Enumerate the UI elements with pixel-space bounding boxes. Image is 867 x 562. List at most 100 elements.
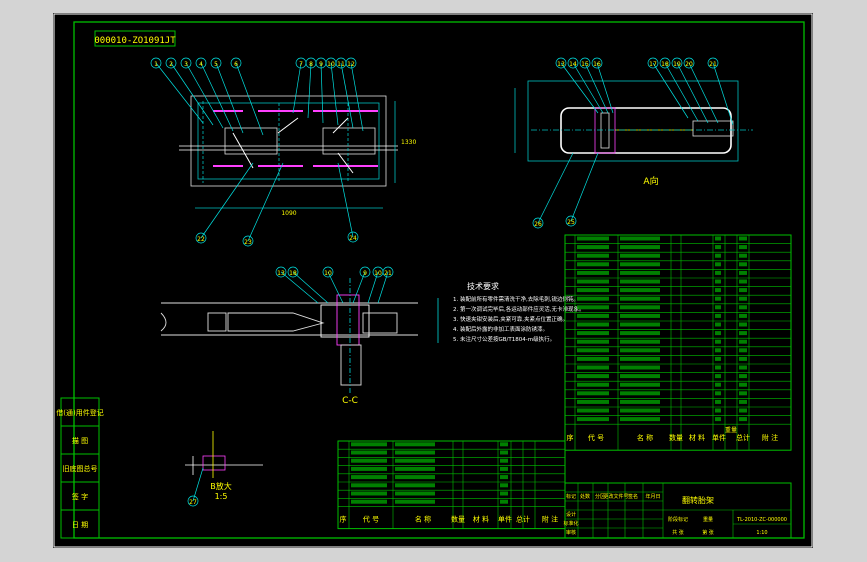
parts-header-label: 序 [567,433,574,442]
parts-table-left: 序 代 号 名 称 数量材 料单件 总计 附 注 [337,440,566,530]
detail-scale: 1:5 [215,492,228,501]
parts-header-label: 材 料 [689,433,705,442]
parts-header-label: 总计 [736,433,750,442]
right-view-balloon-label: 16 [593,61,601,68]
parts-row-total [739,399,747,404]
leader-line [337,162,354,238]
title-block-label: 标准化 [563,520,578,527]
tech-req-title: 技术要求 [467,281,499,291]
title-block-label: 签名 [628,493,638,500]
front-view-balloon-label: 3 [184,61,188,68]
parts-header-label: 附 注 [542,515,558,524]
parts-row-total [739,288,747,293]
section-tube [227,312,325,332]
parts-row-weight [715,331,721,336]
leader-line [572,62,604,114]
parts-header-label: 数量 [451,515,465,524]
parts-row-total [739,374,747,379]
parts-row-name [395,458,435,463]
parts-row-weight [715,270,721,275]
leader-line [350,62,364,132]
parts-row-weight [500,491,508,496]
title-block-label: 阶段标记 [668,516,688,523]
parts-row-weight [500,475,508,480]
parts-row-total [739,270,747,275]
section-hub [320,304,370,338]
parts-row-code [577,348,609,353]
section-balloon-label: 21 [384,270,392,277]
section-view-balloons: 13 18 10 9 10 21 [275,266,394,304]
parts-row-total [739,339,747,344]
parts-row-code [351,475,387,480]
right-view-balloon-label: 20 [685,61,693,68]
parts-row-weight [500,458,508,463]
parts-row-weight [715,339,721,344]
parts-row-name [620,408,660,413]
parts-row-total [739,417,747,422]
detail-part [202,455,226,471]
title-block: 标记 处数 分区更改文件号 签名 年月日设计标准化审核翻转胎架TL-2010-ZC-00… [563,482,792,539]
front-view-balloon-label: 8 [309,61,313,68]
parts-row-code [577,365,609,370]
tech-req-item: 3. 快速夹钳安装后,夹紧可靠,夹紧点位置正确。 [453,315,568,323]
parts-row-weight [500,483,508,488]
parts-row-name [395,491,435,496]
parts-header-label: 材 料 [473,515,489,524]
leader-line [292,62,302,114]
parts-row-code [351,491,387,496]
assembly-drawing: 000010-ZO1091JT 借(通)用件登记描 图旧底图总号签 字日 期 1… [53,13,813,548]
title-block-name: 翻转胎架 [682,495,714,505]
parts-table-right: 序 代 号 名 称 数量材 料单件 总计 附 注 重量 [564,234,792,451]
front-view [179,95,398,209]
side-panel-label: 描 图 [72,436,88,445]
leader-line [185,62,224,129]
parts-row-name [620,288,660,293]
side-panel-label: 借(通)用件登记 [56,408,103,417]
leader-line [200,62,234,132]
front-view-balloon-label: 7 [299,61,303,68]
parts-row-name [620,365,660,370]
parts-row-weight [715,322,721,327]
parts-row-code [577,279,609,284]
parts-row-name [620,279,660,284]
parts-row-code [577,391,609,396]
parts-row-code [577,408,609,413]
front-view-balloon-label: 10 [327,61,335,68]
parts-row-name [395,499,435,504]
tech-req-item: 4. 装配后外露的非加工表面涂防锈漆。 [453,325,548,333]
parts-header-label: 序 [340,515,347,524]
parts-header-sub: 重量 [725,426,737,434]
parts-row-name [620,253,660,258]
parts-row-code [577,313,609,318]
section-label: C-C [342,396,358,406]
section-balloon-label: 9 [363,270,367,277]
parts-header-label: 单件 [498,515,512,524]
parts-row-name [620,391,660,396]
parts-row-name [395,442,435,447]
parts-row-total [739,408,747,413]
parts-row-code [577,253,609,258]
section-balloon-label: 18 [289,270,297,277]
drawing-code-stamp: 000010-ZO1091JT [94,36,176,46]
parts-row-total [739,348,747,353]
parts-row-weight [715,313,721,318]
parts-row-name [620,348,660,353]
parts-row-weight [715,348,721,353]
parts-row-weight [715,399,721,404]
right-view-balloon-label: 17 [649,61,657,68]
section-view [160,278,439,393]
parts-row-code [577,322,609,327]
section-balloon-label: 13 [277,270,285,277]
parts-row-name [620,339,660,344]
section-end-cap [207,312,227,332]
parts-row-total [739,365,747,370]
front-view-balloon-label: 5 [214,61,218,68]
cad-viewport[interactable]: 000010-ZO1091JT 借(通)用件登记描 图旧底图总号签 字日 期 1… [53,13,813,548]
parts-row-name [395,475,435,480]
leader-line [330,62,339,126]
section-flange [336,294,360,346]
parts-row-code [577,262,609,267]
parts-row-code [577,296,609,301]
parts-row-weight [715,279,721,284]
parts-row-name [620,262,660,267]
